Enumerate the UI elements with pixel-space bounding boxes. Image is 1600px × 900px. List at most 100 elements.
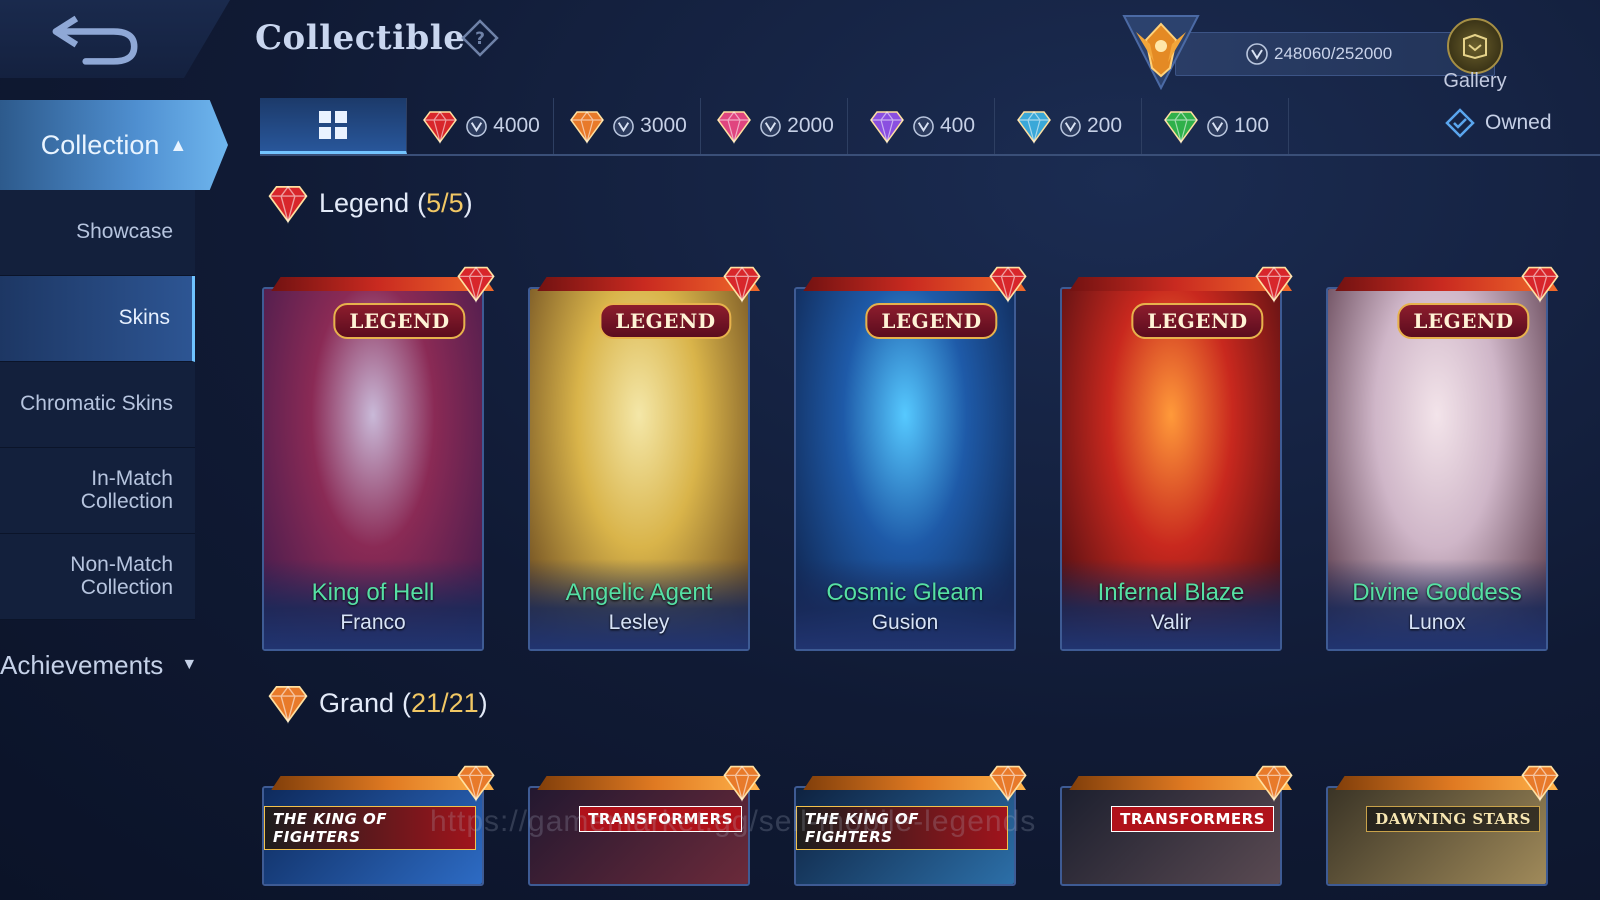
- tab-tier-4000[interactable]: 4000: [407, 98, 554, 154]
- section-count-wrap: (5/5): [417, 187, 473, 218]
- skin-name: King of Hell: [311, 579, 435, 606]
- skin-card[interactable]: LEGEND Angelic Agent Lesley: [528, 266, 761, 651]
- sidebar-item-chromatic-skins[interactable]: Chromatic Skins: [0, 362, 195, 448]
- hero-name: Valir: [1150, 611, 1192, 634]
- grid-icon: [319, 110, 347, 139]
- hero-name: Lunox: [1408, 611, 1466, 634]
- sidebar-item-label: Collection: [80, 575, 173, 599]
- section-count: 21/21: [411, 687, 479, 718]
- legend-badge: LEGEND: [1131, 303, 1264, 339]
- collection-point-icon: [913, 115, 934, 137]
- legend-corner-gem-icon: [1255, 266, 1293, 304]
- tab-value: 200: [1086, 114, 1123, 137]
- legend-badge: LEGEND: [865, 303, 998, 339]
- legend-badge: LEGEND: [333, 303, 466, 339]
- legend-gem-icon: [423, 111, 458, 145]
- back-arrow-icon: [52, 15, 138, 65]
- sidebar-collection-label: Collection: [40, 129, 160, 160]
- sidebar-item-label: Chromatic Skins: [20, 392, 173, 416]
- tab-tier-3000[interactable]: 3000: [554, 98, 701, 154]
- grand-corner-gem-icon: [989, 765, 1027, 803]
- sidebar-collection-toggle[interactable]: Collection ▲: [0, 100, 228, 190]
- legend-corner-gem-icon: [1521, 266, 1559, 304]
- legend-corner-gem-icon: [457, 266, 495, 304]
- collab-brand-logo: DAWNING STARS: [1366, 806, 1540, 832]
- rarity-tabs: 4000 3000 2000 400 200 100: [260, 98, 1600, 156]
- tab-tier-400[interactable]: 400: [848, 98, 995, 154]
- section-count: 5/5: [426, 187, 464, 218]
- deluxe-gem-icon: [870, 111, 904, 145]
- owned-diamond-icon: [1445, 108, 1475, 138]
- chevron-up-icon: ▲: [169, 134, 188, 155]
- sidebar-item-label: Collection: [80, 489, 173, 513]
- skin-card[interactable]: LEGEND King of Hell Franco: [262, 266, 495, 651]
- skin-card[interactable]: TRANSFORMERS: [1060, 765, 1293, 886]
- legend-corner-gem-icon: [723, 266, 761, 304]
- section-count-wrap: (21/21): [402, 687, 488, 718]
- skin-card[interactable]: DAWNING STARS: [1326, 765, 1559, 886]
- legend-badge: LEGEND: [599, 303, 732, 339]
- section-title: Legend: [319, 187, 410, 218]
- watermark: https://gamemarket.gg/sell-mobile-legend…: [430, 805, 1037, 838]
- collection-points-value: 248060/252000: [1274, 44, 1393, 63]
- tab-all[interactable]: [260, 98, 407, 154]
- legend-badge: LEGEND: [1397, 303, 1530, 339]
- svg-text:?: ?: [475, 29, 485, 49]
- grand-gem-icon: [268, 685, 308, 725]
- sidebar-item-non-match-collection[interactable]: Non-Match Collection: [0, 534, 195, 620]
- legend-gem-icon: [268, 185, 308, 225]
- collection-point-icon: [1207, 115, 1228, 137]
- grand-corner-gem-icon: [1521, 765, 1559, 803]
- hero-name: Lesley: [608, 611, 670, 634]
- skin-name: Divine Goddess: [1352, 579, 1522, 606]
- tab-tier-100[interactable]: 100: [1142, 98, 1289, 154]
- sidebar-item-showcase[interactable]: Showcase: [0, 190, 195, 276]
- collection-point-icon: [1246, 43, 1268, 65]
- skin-card[interactable]: LEGEND Infernal Blaze Valir: [1060, 266, 1293, 651]
- tab-tier-2000[interactable]: 2000: [701, 98, 848, 154]
- section-title: Grand: [319, 687, 395, 718]
- skin-art: [1062, 788, 1280, 884]
- tab-value: 3000: [640, 114, 687, 137]
- gallery-button[interactable]: Gallery: [1435, 18, 1515, 93]
- hero-name: Gusion: [871, 611, 939, 634]
- tab-tier-200[interactable]: 200: [995, 98, 1142, 154]
- back-button[interactable]: [0, 0, 230, 78]
- exquisite-gem-icon: [717, 111, 752, 145]
- skin-name: Infernal Blaze: [1097, 579, 1245, 606]
- owned-filter[interactable]: Owned: [1445, 108, 1552, 138]
- owned-label: Owned: [1485, 111, 1552, 134]
- sidebar-item-label: Showcase: [76, 220, 173, 244]
- gallery-icon: [1447, 18, 1503, 74]
- collection-point-icon: [466, 115, 487, 137]
- grand-gem-icon: [570, 111, 605, 145]
- tab-value: 2000: [787, 114, 834, 137]
- sidebar-item-label: Skins: [118, 306, 170, 330]
- sidebar-item-label: In-Match: [91, 467, 173, 491]
- sidebar-item-skins[interactable]: Skins: [0, 276, 195, 362]
- sidebar-item-in-match-collection[interactable]: In-Match Collection: [0, 448, 195, 534]
- skin-art: [1328, 788, 1546, 884]
- skin-card[interactable]: LEGEND Cosmic Gleam Gusion: [794, 266, 1027, 651]
- collab-brand-logo: TRANSFORMERS: [1111, 806, 1274, 832]
- tab-value: 4000: [493, 114, 540, 137]
- help-icon[interactable]: ?: [460, 18, 500, 58]
- collection-point-icon: [760, 115, 781, 137]
- hero-name: Franco: [340, 611, 406, 634]
- sidebar-item-label: Non-Match: [70, 553, 173, 577]
- gallery-label: Gallery: [1443, 70, 1507, 92]
- sidebar: Collection ▲ Showcase Skins Chromatic Sk…: [0, 100, 230, 680]
- tab-value: 400: [939, 114, 976, 137]
- skin-name: Cosmic Gleam: [826, 579, 984, 606]
- skin-card[interactable]: LEGEND Divine Goddess Lunox: [1326, 266, 1559, 651]
- grand-corner-gem-icon: [457, 765, 495, 803]
- grand-corner-gem-icon: [1255, 765, 1293, 803]
- legend-corner-gem-icon: [989, 266, 1027, 304]
- exceptional-gem-icon: [1017, 111, 1051, 145]
- page-title: Collectible: [255, 18, 466, 58]
- chevron-down-icon: ▼: [181, 656, 198, 673]
- grand-corner-gem-icon: [723, 765, 761, 803]
- rank-emblem-icon: [1122, 15, 1200, 90]
- sidebar-achievements-toggle[interactable]: Achievements ▼: [0, 645, 230, 685]
- skin-name: Angelic Agent: [565, 579, 713, 606]
